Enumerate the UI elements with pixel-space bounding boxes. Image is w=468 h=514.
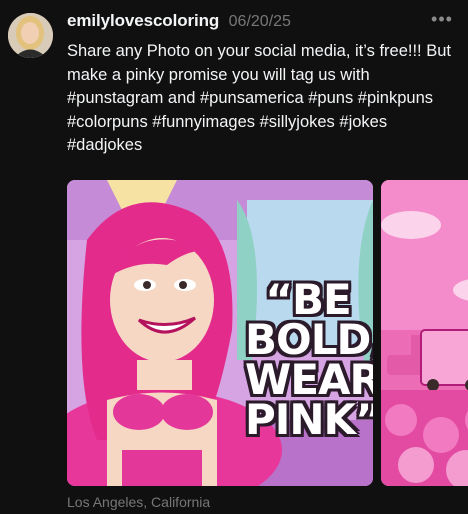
pink-street-illustration <box>381 180 468 486</box>
slogan-line-2: BOLD, <box>245 315 373 364</box>
username[interactable]: emilylovescoloring <box>67 11 219 30</box>
overlay-slogan: “BE BOLD, WEAR PINK” <box>245 275 373 444</box>
slogan-line-3: WEAR <box>245 355 373 404</box>
slogan-line-4: PINK” <box>245 395 373 444</box>
post-image-2[interactable] <box>381 180 468 486</box>
post-image-1[interactable]: “BE BOLD, WEAR PINK” <box>67 180 373 486</box>
post-caption: Share any Photo on your social media, it… <box>67 42 451 154</box>
slogan-line-1: “BE <box>265 275 351 324</box>
media-carousel[interactable]: “BE BOLD, WEAR PINK” <box>67 180 468 486</box>
profile-photo <box>8 13 53 58</box>
more-options-icon[interactable]: ••• <box>430 9 454 33</box>
location-tag[interactable]: Los Angeles, California <box>67 494 210 510</box>
avatar[interactable] <box>8 13 53 58</box>
post-header: emilylovescoloring 06/20/25 ••• <box>67 9 454 35</box>
post-date[interactable]: 06/20/25 <box>229 13 291 30</box>
